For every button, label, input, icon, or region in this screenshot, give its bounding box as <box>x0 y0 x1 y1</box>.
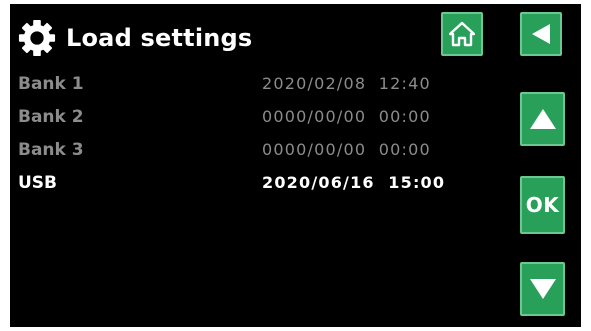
list-item-bank-3[interactable]: Bank 3 0000/00/00 00:00 <box>18 136 478 168</box>
down-button[interactable] <box>520 262 565 316</box>
down-arrow-icon <box>529 279 556 299</box>
bank-label: Bank 1 <box>18 74 84 94</box>
header: Load settings <box>18 18 252 58</box>
display-screen: Load settings OK Bank 1 2020/02/08 12:40… <box>10 4 581 327</box>
list-item-bank-2[interactable]: Bank 2 0000/00/00 00:00 <box>18 103 478 135</box>
back-arrow-icon <box>532 24 550 44</box>
bank-date: 2020/06/16 15:00 <box>262 173 446 192</box>
home-icon <box>449 21 475 47</box>
list-item-usb[interactable]: USB 2020/06/16 15:00 <box>18 169 478 201</box>
bank-date: 2020/02/08 12:40 <box>262 74 431 93</box>
ok-label: OK <box>525 193 560 217</box>
bank-date: 0000/00/00 00:00 <box>262 107 431 126</box>
up-arrow-icon <box>529 109 556 129</box>
ok-button[interactable]: OK <box>520 176 565 234</box>
bank-label: USB <box>18 173 58 193</box>
bank-date: 0000/00/00 00:00 <box>262 140 431 159</box>
bank-label: Bank 3 <box>18 140 84 160</box>
page-title: Load settings <box>66 24 253 52</box>
home-button[interactable] <box>441 12 483 56</box>
up-button[interactable] <box>520 92 565 146</box>
gear-icon <box>18 19 56 57</box>
bank-label: Bank 2 <box>18 107 84 127</box>
back-button[interactable] <box>520 12 562 56</box>
list-item-bank-1[interactable]: Bank 1 2020/02/08 12:40 <box>18 70 478 102</box>
